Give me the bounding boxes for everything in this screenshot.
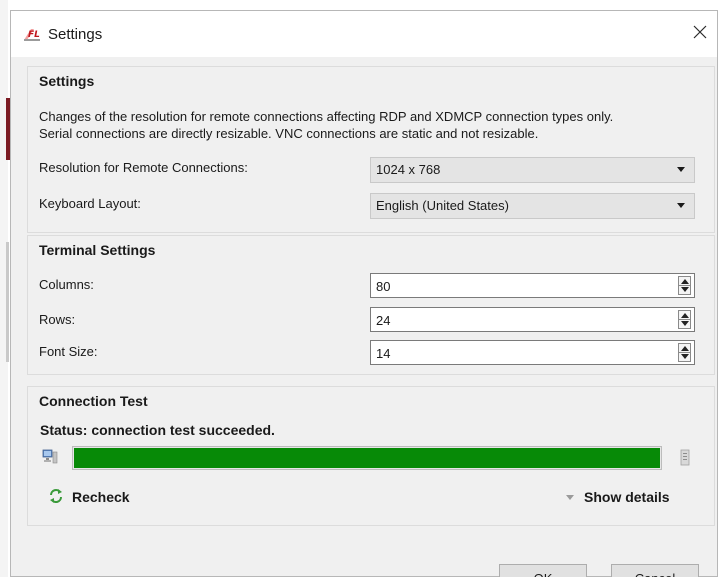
fl-app-icon: FL <box>22 26 42 43</box>
refresh-icon <box>48 488 64 507</box>
spin-down-icon[interactable] <box>681 321 689 326</box>
show-details-label: Show details <box>584 489 670 505</box>
rows-label: Rows: <box>39 312 76 327</box>
chevron-down-icon <box>677 167 685 172</box>
columns-spinbox[interactable] <box>370 273 695 298</box>
spin-up-icon[interactable] <box>681 279 689 284</box>
keyboard-layout-select[interactable]: English (United States) <box>370 193 695 219</box>
keyboard-layout-label: Keyboard Layout: <box>39 196 141 211</box>
terminal-settings-group-title: Terminal Settings <box>39 242 156 258</box>
recheck-label: Recheck <box>72 489 130 505</box>
spin-up-icon[interactable] <box>681 313 689 318</box>
terminal-settings-group: Terminal Settings Columns: Rows: <box>27 235 715 375</box>
rows-input[interactable] <box>376 311 666 329</box>
connection-test-group-title: Connection Test <box>39 393 148 409</box>
spin-down-icon[interactable] <box>681 287 689 292</box>
settings-description-line2: Serial connections are directly resizabl… <box>39 126 539 141</box>
close-icon <box>693 25 707 42</box>
close-button[interactable] <box>687 19 713 47</box>
spin-divider <box>679 285 690 286</box>
connection-test-group: Connection Test Status: connection test … <box>27 386 715 526</box>
font-size-input[interactable] <box>376 344 666 362</box>
resolution-select[interactable]: 1024 x 768 <box>370 157 695 183</box>
server-icon <box>680 449 690 466</box>
font-size-label: Font Size: <box>39 344 98 359</box>
font-size-spinbox[interactable] <box>370 340 695 365</box>
columns-spin-buttons[interactable] <box>678 276 691 295</box>
rows-spin-buttons[interactable] <box>678 310 691 329</box>
font-size-spin-buttons[interactable] <box>678 343 691 362</box>
rows-spinbox[interactable] <box>370 307 695 332</box>
connection-progress-fill <box>74 448 660 468</box>
spin-divider <box>679 319 690 320</box>
spin-up-icon[interactable] <box>681 346 689 351</box>
settings-dialog: FL Settings Settings Changes of the reso… <box>10 10 718 577</box>
connection-status: Status: connection test succeeded. <box>40 422 275 438</box>
recheck-button[interactable]: Recheck <box>48 486 130 508</box>
background-window-scrollbar <box>6 242 9 362</box>
title-bar: FL Settings <box>11 11 717 57</box>
columns-input[interactable] <box>376 277 666 295</box>
resolution-select-value: 1024 x 768 <box>376 162 441 177</box>
spin-down-icon[interactable] <box>681 354 689 359</box>
resolution-label: Resolution for Remote Connections: <box>39 160 248 175</box>
spin-divider <box>679 352 690 353</box>
ok-button[interactable]: OK <box>499 564 587 577</box>
columns-label: Columns: <box>39 277 94 292</box>
window-title: Settings <box>48 26 103 43</box>
dialog-body: Settings Changes of the resolution for r… <box>11 57 717 577</box>
keyboard-layout-select-value: English (United States) <box>376 198 509 213</box>
show-details-toggle[interactable]: Show details <box>566 486 670 508</box>
settings-description-line1: Changes of the resolution for remote con… <box>39 109 614 124</box>
chevron-down-icon <box>677 203 685 208</box>
settings-group: Settings Changes of the resolution for r… <box>27 66 715 233</box>
settings-group-title: Settings <box>39 73 95 89</box>
connection-progress-bar <box>72 446 662 470</box>
triangle-down-icon <box>566 494 574 500</box>
computer-icon <box>42 448 58 466</box>
cancel-button[interactable]: Cancel <box>611 564 699 577</box>
svg-text:FL: FL <box>28 30 40 40</box>
